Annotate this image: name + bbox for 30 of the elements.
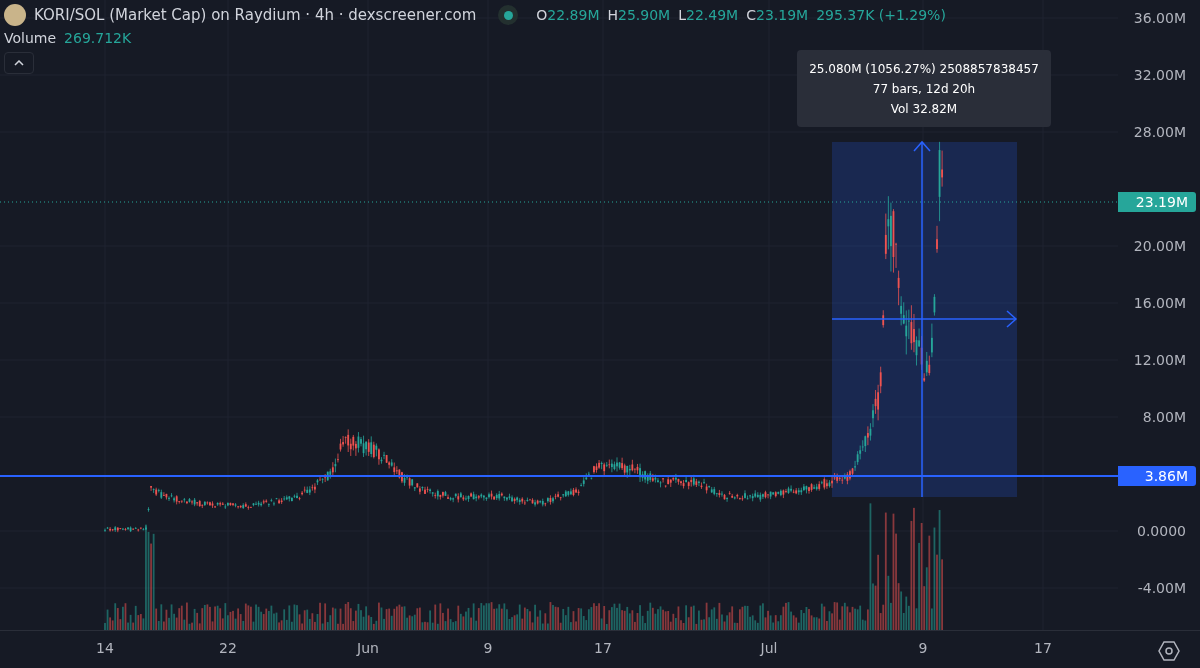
price-marker: 23.19M	[1118, 192, 1196, 212]
price-axis-label: 8.00M	[1142, 409, 1186, 425]
time-axis-label: 9	[483, 640, 493, 656]
time-axis-label: 17	[1034, 640, 1052, 656]
tooltip-text: 77 bars, 12d 20h	[872, 81, 976, 96]
price-axis-label: 28.00M	[1133, 124, 1186, 140]
time-axis-label: 9	[918, 640, 928, 656]
price-axis-label: 36.00M	[1133, 10, 1186, 26]
time-axis-label: 17	[594, 640, 612, 656]
price-marker: 3.86M	[1118, 466, 1196, 486]
chart-title: KORI/SOL (Market Cap) on Raydium · 4h · dexscreener.com	[34, 6, 477, 24]
volume-value: 269.712K	[64, 30, 132, 46]
price-axis-label: 16.00M	[1133, 295, 1186, 311]
volume-label: Volume	[4, 30, 57, 46]
ohlc-value: L22.49M	[678, 7, 739, 23]
price-axis-label: 0.0000	[1137, 523, 1186, 539]
ohlc-value: O22.89M	[536, 7, 600, 23]
price-axis-label: 20.00M	[1133, 238, 1186, 254]
price-axis-label: 12.00M	[1133, 352, 1186, 368]
price-axis-label: 32.00M	[1133, 67, 1186, 83]
price-axis-label: -4.00M	[1137, 580, 1186, 596]
time-axis-label: Jul	[760, 640, 778, 656]
time-axis-label: Jun	[357, 640, 379, 656]
price-change: 295.37K (+1.29%)	[816, 7, 946, 23]
time-axis-label: 22	[219, 640, 237, 656]
ohlc-value: C23.19M	[746, 7, 809, 23]
tooltip-text: Vol 32.82M	[890, 101, 958, 116]
time-axis-label: 14	[96, 640, 114, 656]
ohlc-value: H25.90M	[607, 7, 671, 23]
tooltip-text: 25.080M (1056.27%) 2508857838457	[809, 61, 1039, 76]
